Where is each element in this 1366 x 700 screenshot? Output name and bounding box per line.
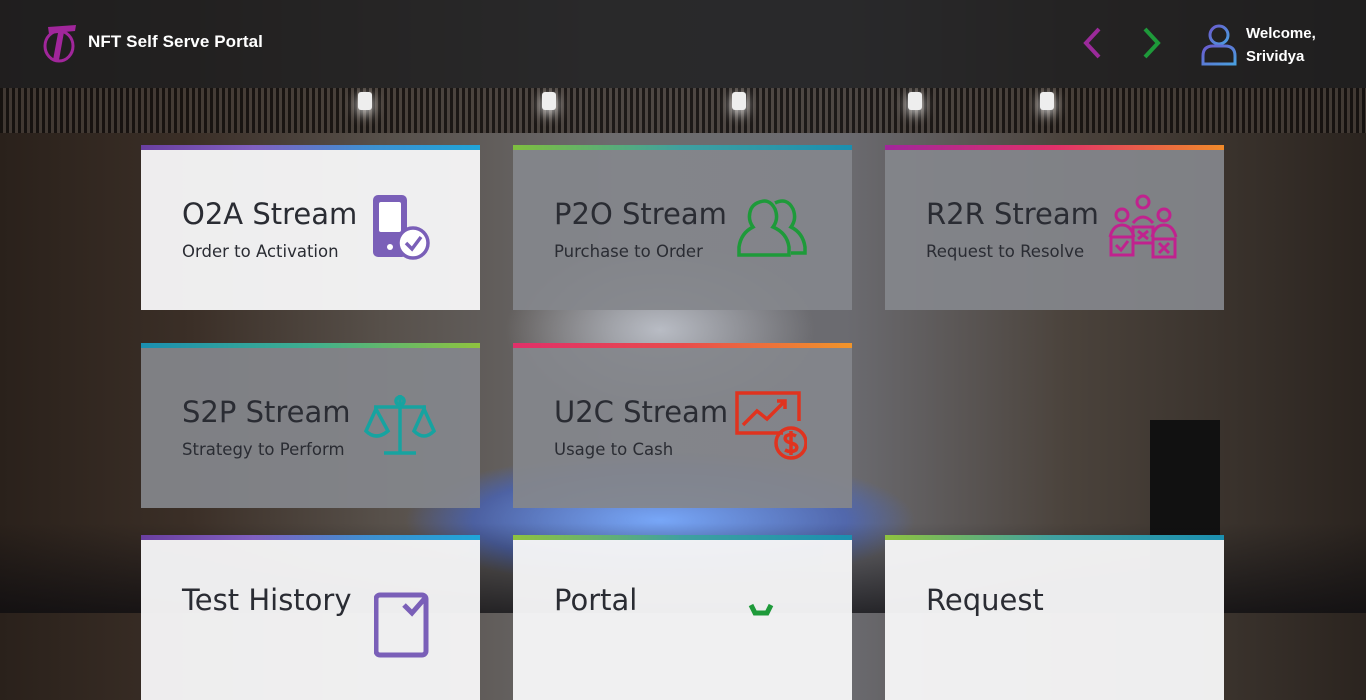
tile-title: S2P Stream [182, 395, 351, 429]
checklist-icon [374, 592, 429, 658]
tile-accent-bar [513, 145, 852, 150]
welcome-text: Welcome, Srividya [1246, 22, 1316, 68]
tile-subtitle: Usage to Cash [554, 440, 674, 459]
tile-accent-bar [513, 343, 852, 348]
app-title: NFT Self Serve Portal [88, 32, 263, 51]
tile-title: Test History [182, 583, 352, 617]
tile-accent-bar [885, 535, 1224, 540]
tile-accent-bar [141, 535, 480, 540]
tile-accent-bar [141, 343, 480, 348]
tile-title: P2O Stream [554, 197, 727, 231]
tile-p2o-stream[interactable]: P2O Stream Purchase to Order [513, 145, 852, 310]
tile-title: O2A Stream [182, 197, 358, 231]
tile-title: U2C Stream [554, 395, 729, 429]
telstra-logo-icon [43, 25, 76, 63]
users-icon [737, 199, 807, 257]
tile-request[interactable]: Request [885, 535, 1224, 700]
mobile-check-icon [373, 195, 430, 260]
tile-title: Request [926, 583, 1044, 617]
background-ceiling [0, 88, 1366, 133]
tile-s2p-stream[interactable]: S2P Stream Strategy to Perform [141, 343, 480, 508]
chevron-left-icon[interactable] [1080, 26, 1106, 60]
scales-icon [364, 395, 436, 455]
tile-subtitle: Request to Resolve [926, 242, 1085, 261]
team-tasks-icon [1108, 194, 1178, 259]
ceiling-light [358, 92, 372, 110]
tile-subtitle: Strategy to Perform [182, 440, 345, 459]
growth-dollar-icon [735, 391, 807, 460]
top-header: NFT Self Serve Portal Welcome, Srividya [0, 0, 1366, 88]
ceiling-light [542, 92, 556, 110]
ceiling-light [1040, 92, 1054, 110]
tile-u2c-stream[interactable]: U2C Stream Usage to Cash [513, 343, 852, 508]
chevron-right-icon[interactable] [1138, 26, 1164, 60]
user-avatar-icon[interactable] [1200, 22, 1238, 66]
tile-accent-bar [141, 145, 480, 150]
user-name: Srividya [1246, 48, 1305, 65]
ceiling-light [908, 92, 922, 110]
tile-test-history[interactable]: Test History [141, 535, 480, 700]
tile-r2r-stream[interactable]: R2R Stream Request to Resolve [885, 145, 1224, 310]
tile-accent-bar [885, 145, 1224, 150]
tile-accent-bar [513, 535, 852, 540]
portal-icon [748, 603, 774, 616]
tile-subtitle: Order to Activation [182, 242, 339, 261]
tile-portal[interactable]: Portal [513, 535, 852, 700]
welcome-greeting: Welcome, [1246, 25, 1316, 42]
ceiling-light [732, 92, 746, 110]
tile-title: R2R Stream [926, 197, 1099, 231]
tile-subtitle: Purchase to Order [554, 242, 703, 261]
tile-o2a-stream[interactable]: O2A Stream Order to Activation [141, 145, 480, 310]
tile-title: Portal [554, 583, 638, 617]
